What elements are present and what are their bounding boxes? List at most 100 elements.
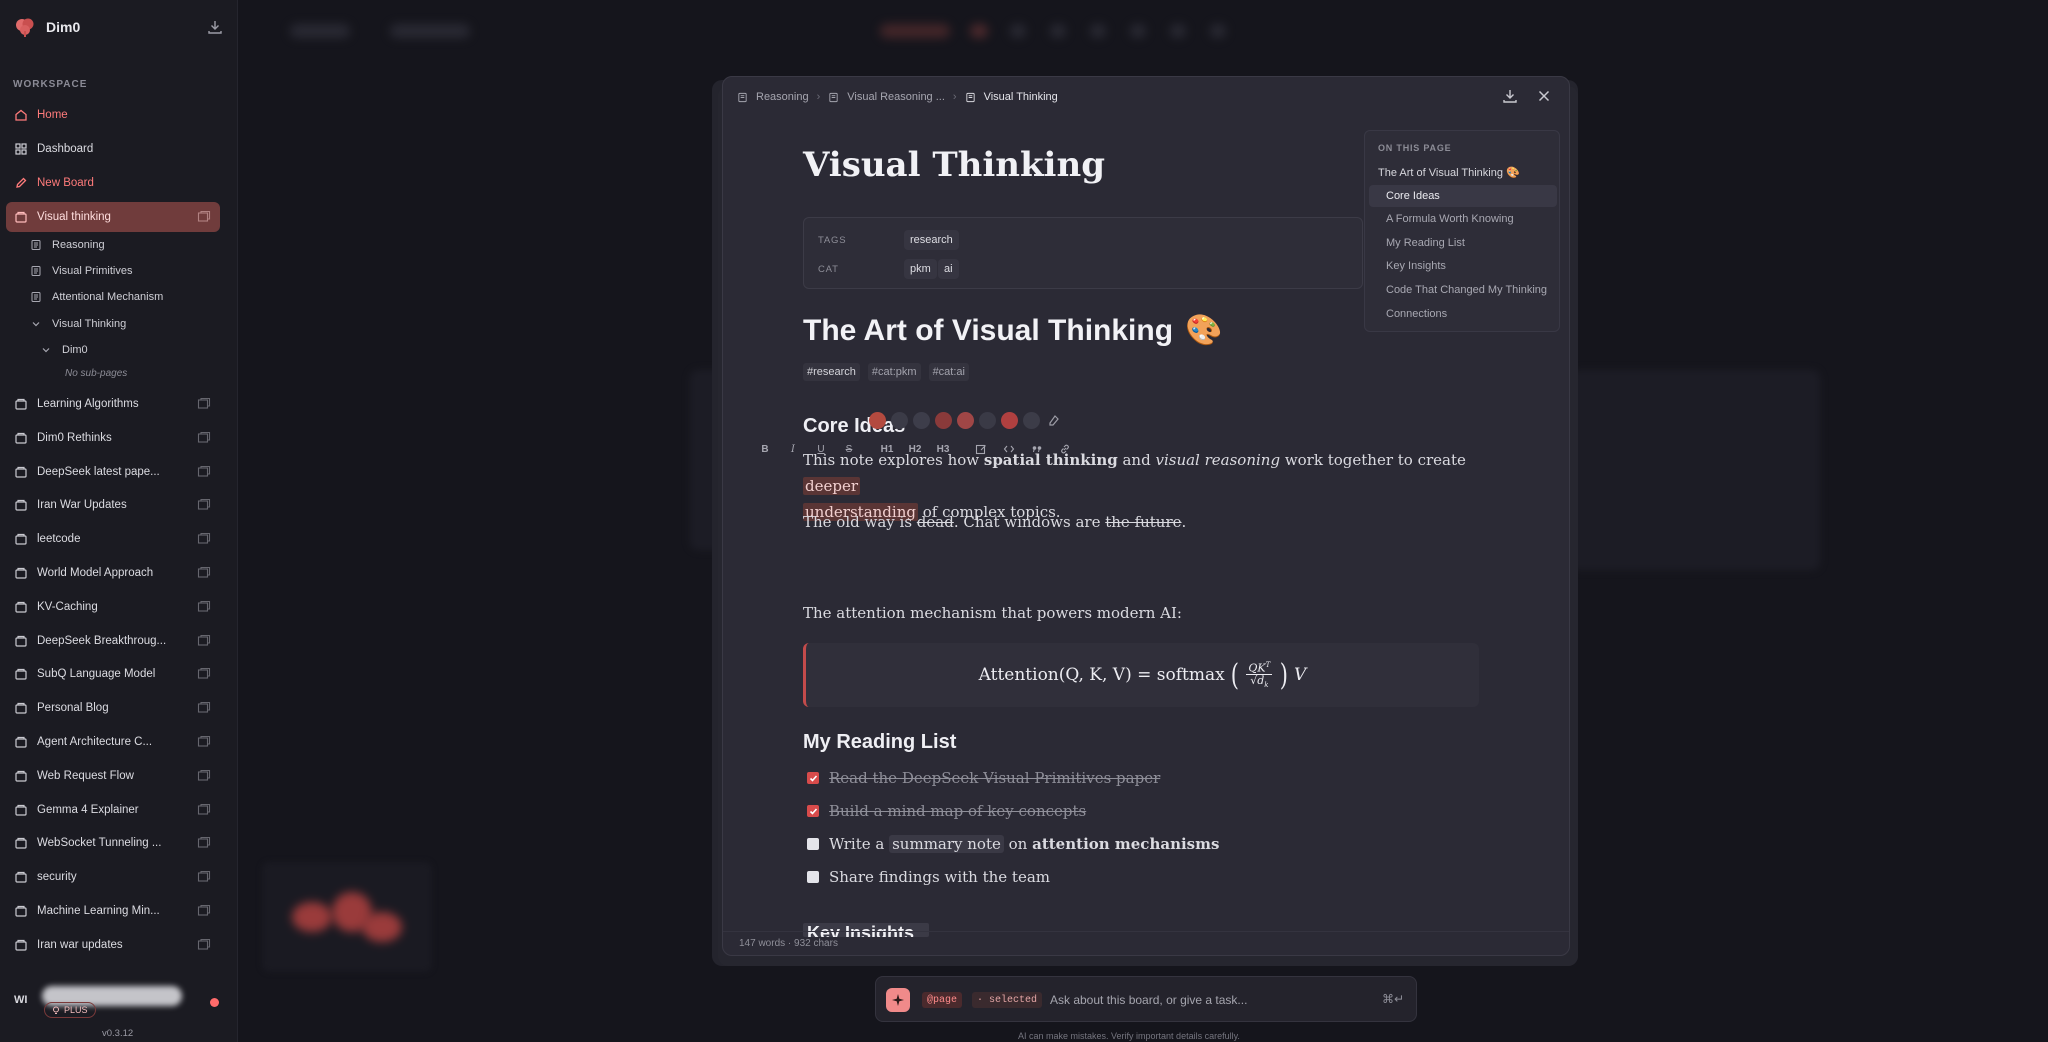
underline-button[interactable]: U <box>807 437 835 461</box>
download-icon[interactable] <box>206 18 224 36</box>
heading-art-of-visual-thinking[interactable]: The Art of Visual Thinking 🎨 <box>803 313 1222 348</box>
open-panel-icon[interactable] <box>197 836 211 850</box>
sub-item-dim0[interactable]: Dim0 <box>40 339 88 361</box>
link-button[interactable] <box>1051 437 1079 461</box>
sidebar-board-item[interactable]: Agent Architecture C... <box>6 727 220 757</box>
cat-chip[interactable]: pkm <box>904 259 937 279</box>
toc-item[interactable]: A Formula Worth Knowing <box>1369 208 1557 230</box>
toc-item[interactable]: Key Insights <box>1369 255 1557 277</box>
chevron-down-icon[interactable] <box>30 318 42 330</box>
nav-dashboard[interactable]: Dashboard <box>6 134 220 164</box>
open-panel-icon[interactable] <box>197 735 211 749</box>
todo-item[interactable]: Share findings with the team <box>807 868 1050 886</box>
sidebar-board-item[interactable]: Personal Blog <box>6 693 220 723</box>
heading-key-insights-partial[interactable]: Key Insights <box>803 923 929 937</box>
sub-item-visual-thinking[interactable]: Visual Thinking <box>30 313 126 335</box>
sidebar-board-item[interactable]: WebSocket Tunneling ... <box>6 828 220 858</box>
minimap[interactable] <box>262 862 432 972</box>
sidebar-board-item[interactable]: security <box>6 862 220 892</box>
h2-button[interactable]: H2 <box>901 437 929 461</box>
ai-button[interactable] <box>886 988 910 1012</box>
sub-item-attentional-mechanism[interactable]: Attentional Mechanism <box>30 286 163 308</box>
sidebar-board-item[interactable]: Gemma 4 Explainer <box>6 795 220 825</box>
open-panel-icon[interactable] <box>197 566 211 580</box>
color-swatch[interactable] <box>913 411 930 429</box>
context-chip-page[interactable]: @page <box>922 992 963 1008</box>
download-icon[interactable] <box>1501 87 1519 105</box>
sidebar-board-item[interactable]: Machine Learning Min... <box>6 896 220 926</box>
sidebar-board-item[interactable]: Web Request Flow <box>6 761 220 791</box>
sidebar-board-item[interactable]: Learning Algorithms <box>6 389 220 419</box>
sub-item-visual-primitives[interactable]: Visual Primitives <box>30 260 133 282</box>
color-swatch[interactable] <box>979 411 996 429</box>
sidebar-board-item[interactable]: Iran War Updates <box>6 490 220 520</box>
open-panel-icon[interactable] <box>197 465 211 479</box>
toc-item[interactable]: Connections <box>1369 303 1557 325</box>
todo-item[interactable]: Write a summary note on attention mechan… <box>807 835 1219 853</box>
tag-chip[interactable]: research <box>904 230 959 250</box>
color-swatch[interactable] <box>957 411 974 429</box>
edit-button[interactable] <box>967 437 995 461</box>
checkbox[interactable] <box>807 772 819 784</box>
breadcrumb-item[interactable]: Reasoning <box>756 91 809 103</box>
sidebar-board-item[interactable]: SubQ Language Model <box>6 659 220 689</box>
color-swatch[interactable] <box>891 411 908 429</box>
open-panel-icon[interactable] <box>197 667 211 681</box>
todo-item[interactable]: Read the DeepSeek Visual Primitives pape… <box>807 769 1160 787</box>
open-panel-icon[interactable] <box>197 634 211 648</box>
page-title[interactable]: Visual Thinking <box>803 145 1105 185</box>
strikethrough-button[interactable]: S <box>835 437 863 461</box>
checkbox[interactable] <box>807 871 819 883</box>
open-panel-icon[interactable] <box>197 431 211 445</box>
bold-button[interactable]: B <box>751 437 779 461</box>
cat-chip[interactable]: ai <box>938 259 959 279</box>
open-panel-icon[interactable] <box>197 498 211 512</box>
sidebar-board-item[interactable]: KV-Caching <box>6 592 220 622</box>
code-button[interactable] <box>995 437 1023 461</box>
color-swatch[interactable] <box>1023 411 1040 429</box>
paragraph-attention[interactable]: The attention mechanism that powers mode… <box>803 600 1483 626</box>
sidebar-board-item[interactable]: Iran war updates <box>6 930 220 960</box>
hashtag[interactable]: #research <box>803 363 860 381</box>
sidebar-board-item[interactable]: DeepSeek latest pape... <box>6 457 220 487</box>
open-panel-icon[interactable] <box>197 769 211 783</box>
hashtag[interactable]: #cat:pkm <box>867 363 921 381</box>
h1-button[interactable]: H1 <box>873 437 901 461</box>
sub-item-reasoning[interactable]: Reasoning <box>30 234 105 256</box>
ask-input[interactable] <box>1050 991 1370 1009</box>
chevron-down-icon[interactable] <box>40 344 52 356</box>
open-panel-icon[interactable] <box>197 938 211 952</box>
toc-item[interactable]: My Reading List <box>1369 232 1557 254</box>
nav-new-board[interactable]: New Board <box>6 168 220 198</box>
h3-button[interactable]: H3 <box>929 437 957 461</box>
paragraph-old-way[interactable]: The old way is dead. Chat windows are th… <box>803 509 1483 535</box>
color-swatch[interactable] <box>869 411 886 429</box>
math-block[interactable]: Attention(Q, K, V) = softmax ( QKT √dk )… <box>803 643 1479 707</box>
sidebar-board-item[interactable]: leetcode <box>6 524 220 554</box>
open-panel-icon[interactable] <box>197 210 211 224</box>
nav-visual-thinking[interactable]: Visual thinking <box>6 202 220 232</box>
hashtag[interactable]: #cat:ai <box>928 363 969 381</box>
breadcrumb-current[interactable]: Visual Thinking <box>984 91 1058 103</box>
checkbox[interactable] <box>807 838 819 850</box>
sidebar-board-item[interactable]: DeepSeek Breakthroug... <box>6 626 220 656</box>
color-swatch[interactable] <box>935 411 952 429</box>
color-swatch[interactable] <box>1001 411 1018 429</box>
open-panel-icon[interactable] <box>197 532 211 546</box>
heading-reading-list[interactable]: My Reading List <box>803 731 956 754</box>
sidebar-board-item[interactable]: World Model Approach <box>6 558 220 588</box>
eraser-icon[interactable] <box>1045 411 1063 429</box>
toc-item[interactable]: Core Ideas <box>1369 185 1557 207</box>
close-icon[interactable] <box>1535 87 1553 105</box>
open-panel-icon[interactable] <box>197 870 211 884</box>
nav-home[interactable]: Home <box>6 100 220 130</box>
open-panel-icon[interactable] <box>197 701 211 715</box>
open-panel-icon[interactable] <box>197 904 211 918</box>
checkbox[interactable] <box>807 805 819 817</box>
toc-item[interactable]: Code That Changed My Thinking <box>1369 279 1557 301</box>
quote-button[interactable] <box>1023 437 1051 461</box>
user-row[interactable]: WI PLUS <box>10 986 230 1026</box>
open-panel-icon[interactable] <box>197 397 211 411</box>
open-panel-icon[interactable] <box>197 600 211 614</box>
italic-button[interactable]: I <box>779 437 807 461</box>
